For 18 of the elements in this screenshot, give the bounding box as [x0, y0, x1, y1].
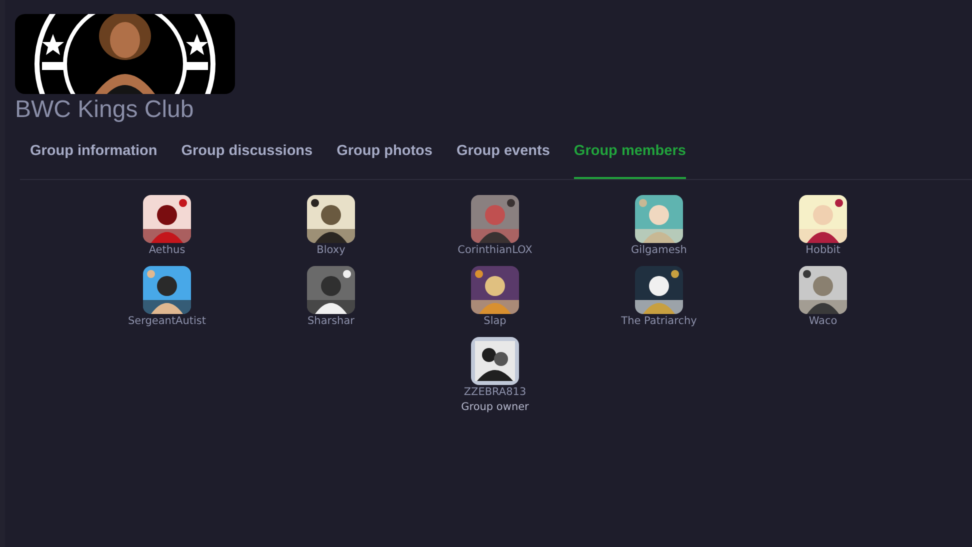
tab[interactable]: Group photos	[336, 134, 432, 179]
member-name[interactable]: CorinthianLOX	[458, 244, 532, 256]
member-role: Group owner	[461, 401, 529, 413]
member-name[interactable]: Hobbit	[806, 244, 840, 256]
member-name[interactable]: Sharshar	[308, 315, 354, 327]
member-name[interactable]: Gilgamesh	[631, 244, 687, 256]
member-name[interactable]: ZZEBRA813	[464, 386, 526, 398]
tab[interactable]: Group information	[30, 134, 158, 179]
tab[interactable]: Group events	[456, 134, 550, 179]
member-name[interactable]: SergeantAutist	[128, 315, 206, 327]
member-name[interactable]: Bloxy	[316, 244, 346, 256]
member-name[interactable]: The Patriarchy	[621, 315, 697, 327]
member-name[interactable]: Waco	[808, 315, 838, 327]
group-name: BWC Kings Club	[15, 96, 194, 124]
member-name[interactable]: Slap	[484, 315, 506, 327]
tab[interactable]: Group members	[574, 134, 686, 179]
member-name[interactable]: Aethus	[148, 244, 186, 256]
tab[interactable]: Group discussions	[181, 134, 313, 179]
